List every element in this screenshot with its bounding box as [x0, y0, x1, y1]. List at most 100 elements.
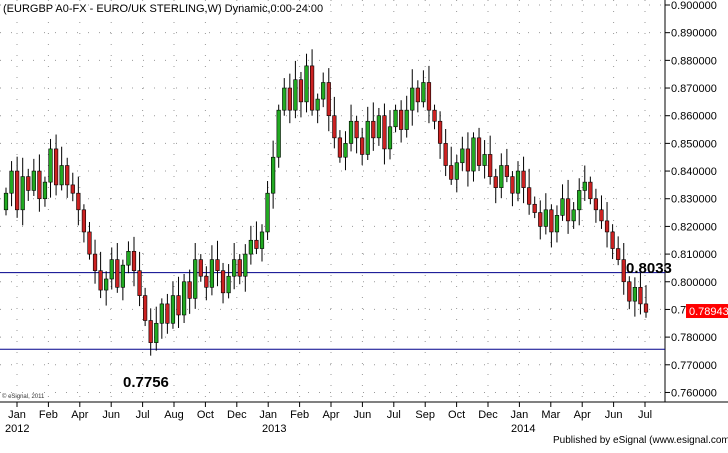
candle-body — [588, 181, 593, 200]
price-chart: 0.900000 0.890000 0.880000 0.870000 0.860000… — [0, 0, 728, 448]
candle-body — [209, 259, 215, 288]
x-tick-label: Dec — [478, 409, 498, 421]
candle-body — [232, 259, 237, 277]
candle-body — [404, 109, 409, 130]
candle-body — [499, 165, 504, 188]
candle-body — [599, 209, 604, 222]
y-tick-label: 0.800000 — [671, 277, 717, 289]
candle-body — [326, 82, 331, 117]
candle-body — [282, 87, 287, 111]
last-price-marker: 0.78943 — [686, 304, 728, 319]
candle-body — [321, 82, 326, 100]
candle-body — [577, 190, 582, 211]
candle-body — [59, 165, 64, 186]
candle-body — [104, 278, 109, 291]
candle-body — [181, 281, 187, 316]
candle-body — [510, 176, 515, 194]
level-label-upper: 0.8033 — [626, 260, 672, 277]
candle-body — [437, 120, 443, 144]
chart-title: (EURGBP A0-FX - EURO/UK STERLING,W) Dyna… — [3, 3, 323, 15]
chart-area: 0.900000 0.890000 0.880000 0.870000 0.860000… — [0, 0, 728, 448]
candle-body — [348, 120, 354, 144]
y-tick-label: 0.760000 — [671, 387, 717, 399]
candle-body — [271, 156, 276, 194]
x-tick-label: Oct — [197, 409, 214, 421]
candle-body — [237, 259, 242, 277]
y-tick-label: 0.780000 — [671, 332, 717, 344]
candle-body — [638, 286, 643, 305]
year-label-2012: 2012 — [5, 423, 29, 435]
candle-body — [143, 295, 148, 321]
watermark: © eSignal, 2011 — [2, 393, 45, 400]
candle-body — [560, 198, 565, 216]
candle-body — [476, 137, 482, 166]
y-tick-label: 0.810000 — [671, 249, 717, 261]
candle-body — [243, 253, 248, 277]
publisher-credit: Published by eSignal (www.esignal.com) — [553, 435, 728, 446]
candle-body — [643, 303, 649, 313]
candle-body — [98, 270, 103, 291]
candle-body — [460, 148, 465, 164]
candle-body — [621, 259, 626, 283]
level-label-lower: 0.7756 — [123, 374, 169, 391]
candle-body — [248, 239, 253, 255]
candle-body — [287, 87, 292, 111]
candle-body — [220, 270, 226, 294]
candle-body — [593, 198, 599, 211]
candle-body — [154, 322, 159, 343]
candle-body — [488, 154, 493, 177]
candle-body — [371, 120, 376, 139]
last-price-label: 0.78943 — [689, 306, 728, 318]
candle-body — [376, 115, 381, 139]
candle-body — [70, 184, 75, 194]
candle-body — [604, 220, 610, 233]
candle-body — [9, 170, 14, 194]
x-tick-label: Jun — [354, 409, 372, 421]
candle-body — [298, 79, 304, 103]
candle-body — [309, 65, 315, 111]
candle-body — [471, 137, 476, 172]
x-tick-label: Jan — [511, 409, 529, 421]
candle-body — [53, 148, 59, 186]
candle-body — [627, 281, 632, 302]
x-tick-label: Jul — [136, 409, 150, 421]
candle-body — [393, 109, 398, 128]
y-tick-label: 0.770000 — [671, 360, 717, 372]
candle-body — [387, 126, 393, 150]
candle-body — [193, 259, 198, 299]
candle-body — [126, 251, 131, 266]
y-tick-label: 0.830000 — [671, 194, 717, 206]
candle-body — [187, 281, 192, 299]
candle-body — [449, 165, 454, 180]
y-tick-label: 0.820000 — [671, 221, 717, 233]
y-tick-label: 0.850000 — [671, 138, 717, 150]
x-tick-label: Sep — [415, 409, 435, 421]
candle-body — [137, 270, 142, 296]
candle-body — [426, 82, 432, 111]
x-tick-label: Jun — [605, 409, 623, 421]
x-tick-label: Oct — [448, 409, 465, 421]
x-tick-label: Jan — [8, 409, 26, 421]
candle-body — [226, 275, 231, 294]
candle-body — [20, 176, 25, 211]
x-tick-label: Aug — [164, 409, 184, 421]
year-label-2013: 2013 — [262, 423, 286, 435]
candle-body — [304, 65, 309, 103]
candle-body — [120, 264, 125, 288]
candle-body — [538, 212, 543, 227]
candle-body — [31, 170, 36, 191]
candle-body — [276, 109, 281, 158]
candle-body — [527, 187, 532, 205]
candle-body — [360, 137, 365, 155]
candle-body — [543, 209, 548, 227]
y-tick-label: 0.890000 — [671, 28, 717, 40]
candle-body — [65, 165, 70, 186]
candle-body — [254, 239, 259, 249]
candle-body — [532, 203, 537, 213]
candle-body — [332, 115, 337, 139]
x-tick-label: Apr — [322, 409, 339, 421]
candle-body — [215, 259, 220, 271]
candle-body — [399, 109, 404, 130]
candle-body — [87, 231, 92, 255]
x-tick-label: Jul — [387, 409, 401, 421]
